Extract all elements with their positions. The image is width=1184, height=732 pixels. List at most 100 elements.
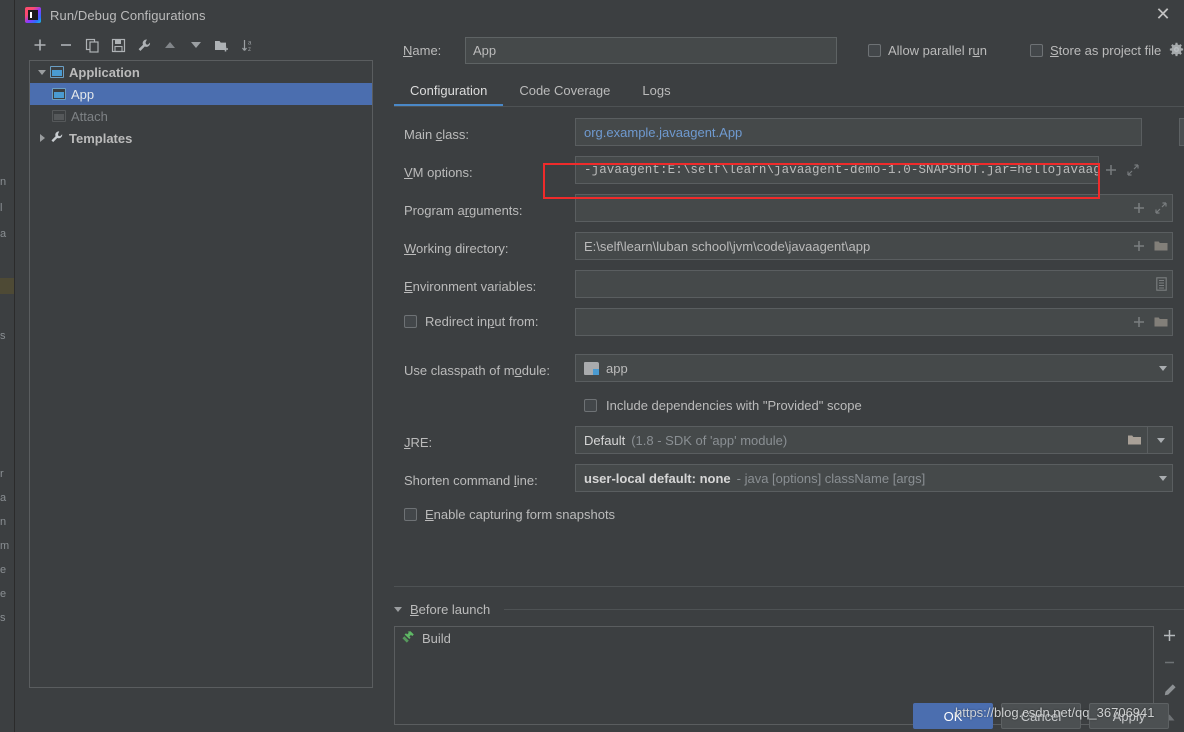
tree-node-app[interactable]: App — [30, 83, 372, 105]
include-provided-scope-row: Include dependencies with "Provided" sco… — [394, 390, 1184, 424]
plus-icon[interactable] — [29, 34, 51, 56]
classpath-module-label: Use classpath of module: — [404, 363, 550, 378]
jre-value: Default — [584, 432, 626, 448]
name-input[interactable] — [465, 37, 837, 64]
wrench-icon — [50, 130, 64, 147]
expand-icon[interactable] — [1126, 163, 1140, 177]
new-folder-icon[interactable] — [211, 34, 233, 56]
enable-form-snapshots-row: Enable capturing form snapshots — [394, 500, 1184, 530]
ok-button[interactable]: OK — [913, 703, 993, 729]
redirect-input-checkbox[interactable]: Redirect input from: — [404, 314, 538, 329]
chevron-down-icon[interactable] — [34, 69, 50, 75]
checkbox-box — [404, 315, 417, 328]
enable-form-snapshots-label: Enable capturing form snapshots — [425, 507, 616, 522]
chevron-down-icon[interactable] — [1147, 426, 1173, 454]
svg-text:z: z — [248, 47, 251, 53]
shorten-command-line-combo-wrap[interactable]: user-local default: none - java [options… — [575, 464, 1173, 492]
sort-alphabetically-icon[interactable]: az — [237, 34, 259, 56]
program-arguments-input[interactable] — [575, 194, 1173, 222]
redirect-input-field-wrap — [575, 308, 1173, 336]
configurations-tree[interactable]: Application App Attach Templates — [29, 60, 373, 688]
tree-node-application[interactable]: Application — [30, 61, 372, 83]
chevron-down-icon[interactable] — [394, 606, 402, 612]
before-launch-item-label: Build — [422, 630, 451, 646]
include-provided-scope-checkbox[interactable]: Include dependencies with "Provided" sco… — [584, 398, 862, 413]
tab-code-coverage[interactable]: Code Coverage — [503, 83, 626, 106]
configuration-editor-pane: Name: Allow parallel run Store as projec… — [386, 30, 1184, 725]
window-title: Run/Debug Configurations — [50, 7, 206, 23]
plus-icon[interactable] — [1132, 239, 1146, 253]
redirect-input-row: Redirect input from: — [394, 306, 1184, 344]
tab-logs[interactable]: Logs — [626, 83, 686, 106]
main-class-row: Main class: org.example.javaagent.App ..… — [394, 116, 1184, 154]
environment-variables-row: Environment variables: — [394, 268, 1184, 306]
arrow-up-icon[interactable] — [159, 34, 181, 56]
classpath-module-row: Use classpath of module: app — [394, 352, 1184, 390]
title-bar: Run/Debug Configurations ✕ — [15, 0, 1184, 30]
jre-browse-icon[interactable] — [1127, 426, 1142, 454]
tree-node-templates[interactable]: Templates — [30, 127, 372, 149]
classpath-module-combo-wrap[interactable]: app — [575, 354, 1173, 382]
tree-node-attach[interactable]: Attach — [30, 105, 372, 127]
environment-variables-label: Environment variables: — [404, 279, 537, 294]
plus-icon[interactable] — [1104, 163, 1118, 177]
folder-icon[interactable] — [1154, 315, 1168, 329]
include-provided-scope-label: Include dependencies with "Provided" sco… — [606, 398, 862, 413]
folder-icon[interactable] — [1154, 239, 1168, 253]
working-directory-actions — [1132, 232, 1168, 260]
arrow-down-icon[interactable] — [185, 34, 207, 56]
checkbox-box — [1030, 44, 1043, 57]
dialog-body: Run/Debug Configurations ✕ a z Applicati… — [14, 0, 1184, 732]
plus-icon[interactable] — [1160, 628, 1180, 643]
apply-button[interactable]: Apply — [1089, 703, 1169, 729]
vm-options-label: VM options: — [404, 165, 473, 180]
cancel-button[interactable]: Cancel — [1001, 703, 1081, 729]
save-icon[interactable] — [107, 34, 129, 56]
before-launch-divider — [394, 586, 1184, 587]
chevron-down-icon[interactable] — [1159, 464, 1167, 492]
main-class-field-wrap: org.example.javaagent.App — [575, 118, 1142, 146]
store-as-project-file-label: Store as project file — [1050, 43, 1162, 58]
editor-tabs: Configuration Code Coverage Logs — [394, 76, 1184, 106]
classpath-module-value: app — [606, 360, 628, 376]
jre-combo[interactable]: Default (1.8 - SDK of 'app' module) — [575, 426, 1173, 454]
expand-icon[interactable] — [1154, 201, 1168, 215]
edit-pencil-icon[interactable] — [1160, 683, 1180, 698]
build-hammer-icon — [401, 630, 415, 647]
jre-row: JRE: Default (1.8 - SDK of 'app' module) — [394, 424, 1184, 462]
program-arguments-row: Program arguments: — [394, 192, 1184, 230]
vm-options-input[interactable]: -javaagent:E:\self\learn\javaagent-demo-… — [575, 156, 1099, 184]
plus-icon[interactable] — [1132, 201, 1146, 215]
main-class-browse-button[interactable]: ... — [1179, 118, 1184, 146]
list-editor-icon[interactable] — [1154, 277, 1168, 291]
application-icon — [52, 110, 66, 122]
classpath-module-combo[interactable]: app — [575, 354, 1173, 382]
jre-combo-wrap[interactable]: Default (1.8 - SDK of 'app' module) — [575, 426, 1173, 454]
minus-icon[interactable] — [1160, 656, 1180, 671]
environment-variables-actions — [1154, 270, 1168, 298]
before-launch-item-build[interactable]: Build — [395, 627, 1153, 649]
configuration-form: Main class: org.example.javaagent.App ..… — [394, 116, 1184, 530]
gear-icon[interactable] — [1169, 42, 1184, 62]
redirect-input-input[interactable] — [575, 308, 1173, 336]
tree-node-label: App — [71, 86, 95, 102]
store-as-project-file-checkbox[interactable]: Store as project file — [1030, 43, 1161, 58]
chevron-down-icon[interactable] — [1159, 354, 1167, 382]
environment-variables-input[interactable] — [575, 270, 1173, 298]
copy-icon[interactable] — [81, 34, 103, 56]
tabs-divider — [394, 106, 1184, 107]
close-icon[interactable]: ✕ — [1154, 5, 1172, 24]
minus-icon[interactable] — [55, 34, 77, 56]
application-icon — [52, 88, 66, 100]
working-directory-input[interactable]: E:\self\learn\luban school\jvm\code\java… — [575, 232, 1173, 260]
allow-parallel-run-checkbox[interactable]: Allow parallel run — [868, 43, 987, 58]
wrench-icon[interactable] — [133, 34, 155, 56]
plus-icon[interactable] — [1132, 315, 1146, 329]
enable-form-snapshots-checkbox[interactable]: Enable capturing form snapshots — [404, 507, 615, 522]
shorten-command-line-combo[interactable]: user-local default: none - java [options… — [575, 464, 1173, 492]
tree-toolbar: az — [23, 30, 378, 60]
before-launch-header[interactable]: Before launch — [394, 600, 1184, 618]
chevron-right-icon[interactable] — [34, 134, 50, 142]
tab-configuration[interactable]: Configuration — [394, 83, 503, 106]
main-class-input[interactable]: org.example.javaagent.App — [575, 118, 1142, 146]
